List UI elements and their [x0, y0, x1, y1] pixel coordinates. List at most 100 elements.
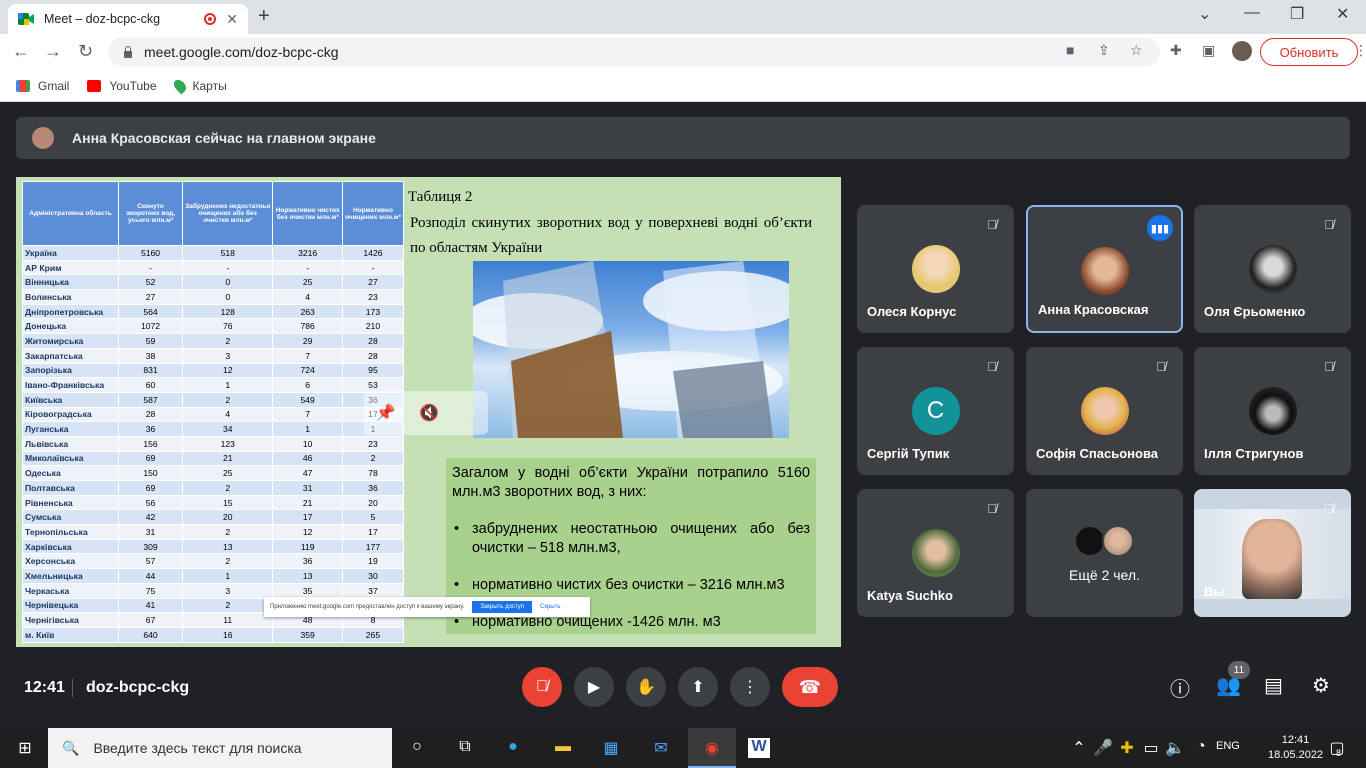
chrome-taskbar-button[interactable]: ◉	[688, 728, 736, 768]
network-icon[interactable]: ◔	[1190, 738, 1212, 758]
maximize-button[interactable]: ❐	[1290, 4, 1304, 24]
maps-icon	[171, 77, 188, 94]
share-icon[interactable]: ⇪	[1098, 42, 1110, 59]
region-cell: Хмельницька	[22, 568, 119, 584]
mail-icon[interactable]: ✉	[650, 738, 672, 758]
forward-button[interactable]: →	[44, 41, 62, 62]
participant-tile[interactable]: 🎙̸ Софія Спасьонова	[1026, 347, 1183, 475]
table-row: Луганська 36 34 1 1	[22, 421, 405, 437]
mute-audio-icon[interactable]: 🔇	[419, 403, 439, 423]
extensions-icon[interactable]: ✚	[1170, 42, 1182, 59]
profile-avatar[interactable]	[1232, 41, 1252, 61]
side-panel-icon[interactable]: ▣	[1202, 42, 1215, 59]
value-cell: 95	[341, 362, 405, 379]
self-view-tile[interactable]: 🎙̸ Вы	[1194, 489, 1351, 617]
back-button[interactable]: ←	[12, 41, 30, 62]
table-row: Херсонська 57 2 36 19	[22, 553, 405, 570]
more-options-button[interactable]: ⋮	[730, 667, 770, 707]
word-icon[interactable]: W	[748, 738, 770, 758]
value-cell: 20	[182, 509, 274, 526]
value-cell: 0	[182, 289, 274, 305]
participant-tile[interactable]: 🎙̸ Оля Єрьоменко	[1194, 205, 1351, 333]
tray-expand-icon[interactable]: ⌃	[1068, 738, 1090, 758]
bookmark-maps[interactable]: Карты	[171, 77, 227, 94]
taskbar-clock[interactable]: 12:41 18.05.2022	[1268, 733, 1323, 763]
value-cell: 3	[182, 347, 274, 364]
bookmark-gmail[interactable]: Gmail	[16, 79, 69, 93]
value-cell: 2	[182, 333, 274, 349]
reload-button[interactable]: ↻	[78, 41, 93, 62]
volume-icon[interactable]: 🔈	[1164, 738, 1186, 758]
info-icon[interactable]: ⓘ	[1170, 673, 1190, 702]
participant-tile[interactable]: 🎙̸ Katya Suchko	[857, 489, 1014, 617]
tab-search-icon[interactable]: ⌄	[1198, 4, 1211, 24]
close-tab-icon[interactable]: ✕	[226, 11, 238, 28]
camera-toggle-button[interactable]: ▶	[574, 667, 614, 707]
value-cell: 75	[117, 582, 184, 599]
chat-icon[interactable]: ▤	[1264, 673, 1283, 698]
value-cell: 1	[182, 377, 274, 393]
language-indicator[interactable]: ENG	[1216, 740, 1240, 752]
table-row: Івано-Франківська 60 1 6 53	[22, 377, 405, 393]
minimize-button[interactable]: —	[1244, 4, 1260, 22]
bookmark-star-icon[interactable]: ☆	[1130, 42, 1143, 59]
cortana-icon[interactable]: ○	[406, 738, 428, 758]
value-cell: 34	[182, 421, 274, 437]
participant-tile[interactable]: 🎙̸ С Сергій Тупик	[857, 347, 1014, 475]
raise-hand-button[interactable]: ✋	[626, 667, 666, 707]
value-cell: 28	[341, 347, 405, 364]
address-bar[interactable]: meet.google.com/doz-bcpc-ckg	[108, 38, 1160, 66]
avatar	[911, 245, 960, 293]
file-explorer-icon[interactable]: ▬	[552, 738, 574, 758]
update-button[interactable]: Обновить	[1260, 38, 1358, 66]
hand-icon: ✋	[636, 679, 656, 696]
store-icon[interactable]: ▦	[600, 738, 622, 758]
activities-icon[interactable]: ⚙	[1312, 673, 1330, 698]
close-window-button[interactable]: ✕	[1336, 4, 1349, 24]
table-row: Дніпропетровська 564 128 263 173	[22, 303, 405, 320]
value-cell: 128	[182, 303, 274, 320]
value-cell: 518	[182, 245, 274, 261]
tray-app-icon[interactable]: ✚	[1116, 738, 1138, 758]
mic-off-icon: 🎙̸	[1324, 501, 1334, 516]
remove-icon[interactable]: ⊖	[463, 403, 476, 423]
search-icon: 🔍	[62, 739, 80, 756]
value-cell: 52	[117, 274, 184, 291]
table-row: Кіровоградська 28 4 7 17	[22, 406, 405, 423]
windows-start-icon[interactable]: ⊞	[14, 738, 36, 758]
region-cell: Луганська	[22, 421, 119, 437]
region-cell: Одеська	[22, 465, 119, 481]
avatar	[1248, 387, 1297, 435]
taskbar-search[interactable]: 🔍 Введите здесь текст для поиска	[48, 728, 392, 768]
pin-icon[interactable]: 📌	[376, 403, 396, 423]
stop-sharing-button[interactable]: Закрыть доступ	[472, 601, 532, 613]
participant-tile[interactable]: 🎙̸ Олеся Корнус	[857, 205, 1014, 333]
microphone-icon[interactable]: 🎤	[1092, 738, 1114, 758]
menu-icon[interactable]: ⋮	[1354, 42, 1366, 59]
camera-icon[interactable]: ■	[1066, 42, 1074, 58]
value-cell: 27	[117, 289, 184, 305]
table-row: Київська 587 2 549 36	[22, 391, 405, 408]
mic-off-icon: 🎙̸	[987, 217, 997, 232]
edge-icon[interactable]: ●	[502, 738, 524, 758]
battery-icon[interactable]: ▭	[1140, 738, 1162, 758]
more-participants-tile[interactable]: Ещё 2 чел.	[1026, 489, 1183, 617]
table-row: Донецька 1072 76 786 210	[22, 318, 405, 335]
hide-notice-button[interactable]: Скрыть	[540, 604, 560, 610]
value-cell: 69	[117, 480, 184, 496]
mic-toggle-button[interactable]: 🎙̸	[522, 667, 562, 707]
mic-off-icon: 🎙̸	[536, 678, 548, 695]
present-screen-button[interactable]: ⬆	[678, 667, 718, 707]
participant-tile[interactable]: 🎙̸ Ілля Стригунов	[1194, 347, 1351, 475]
task-view-icon[interactable]: ⧉	[454, 738, 476, 758]
new-tab-button[interactable]: +	[258, 5, 270, 28]
gmail-icon	[16, 79, 30, 92]
end-call-button[interactable]: ☎	[782, 667, 838, 707]
region-cell: Сумська	[22, 509, 119, 526]
bookmark-youtube[interactable]: YouTube	[87, 79, 157, 93]
participant-tile-active[interactable]: ▮▮▮ Анна Красовская	[1026, 205, 1183, 333]
camera-icon: ▶	[587, 679, 601, 696]
browser-tab[interactable]: Meet – doz-bcpc-ckg ✕	[8, 4, 248, 34]
table-row: м. Київ 640 16 359 265	[22, 626, 405, 643]
value-cell: 47	[272, 465, 343, 481]
